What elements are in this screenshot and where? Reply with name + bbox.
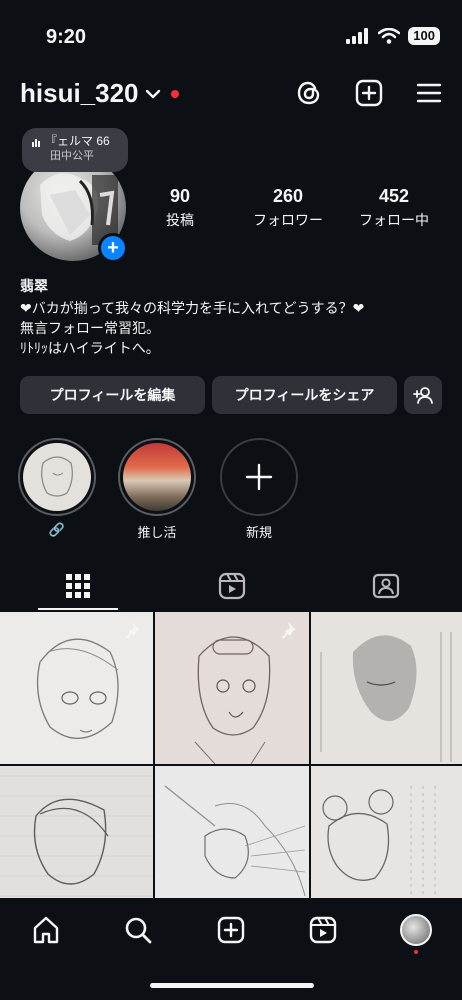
highlight-ring [18,438,96,516]
music-artist: 田中公平 [50,150,94,162]
plus-icon [245,463,273,491]
home-icon [33,916,59,944]
status-time: 9:20 [46,26,87,48]
reels-nav-tab[interactable] [305,912,341,948]
post-thumbnail[interactable] [0,766,153,918]
create-tab[interactable] [213,912,249,948]
bio-line: ﾘﾄﾘｯはハイライトへ。 [20,340,160,356]
discover-people-button[interactable] [404,376,442,414]
bio-line: 無言フォロー常習犯。 [20,320,160,336]
highlight-cover [23,443,91,511]
threads-icon[interactable] [294,78,324,108]
reels-icon [309,916,337,944]
notification-dot [170,89,179,98]
music-bars-icon [32,137,40,147]
stat-label: 投稿 [166,212,194,228]
wifi-icon [378,28,401,44]
chevron-down-icon [145,89,160,98]
add-story-button[interactable]: + [98,233,128,263]
display-name: 翡翠 [20,278,48,294]
profile-tab-avatar [400,914,432,946]
battery-indicator: 100 [408,27,440,45]
active-tab-indicator [38,608,118,610]
reels-tab[interactable] [212,570,252,602]
highlight-ring [118,438,196,516]
tagged-tab[interactable] [366,570,406,602]
home-indicator [150,983,314,988]
add-person-icon [413,387,433,404]
post-thumbnail[interactable] [0,612,153,764]
highlight-label: 🔗 [48,522,66,537]
edit-profile-button[interactable]: プロフィールを編集 [20,376,205,414]
search-icon [125,917,152,944]
highlight-new[interactable]: 新規 [220,438,298,541]
highlight-ring [220,438,298,516]
stat-value: 260 [272,186,304,206]
grid-icon [66,574,90,598]
music-title: 『ェルマ 66 [45,134,110,148]
grid-tab[interactable] [58,570,98,602]
share-profile-button[interactable]: プロフィールをシェア [212,376,397,414]
stat-value: 90 [169,186,191,206]
stat-posts[interactable]: 90 投稿 [150,186,210,230]
highlight-cover [123,443,191,511]
music-note-bubble[interactable]: 『ェルマ 66 田中公平 [22,128,128,172]
tagged-person-icon [372,573,400,599]
create-post-icon[interactable] [354,78,384,108]
bio-line: ❤バカが揃って我々の科学力を手に入れてどうする？❤ [20,300,365,316]
account-switcher[interactable]: hisui_320 [20,78,179,109]
pinned-icon [282,622,296,639]
stat-value: 452 [378,186,410,206]
highlight-oshikatsu[interactable]: 推し活 [118,438,196,541]
status-indicators: 100 [346,27,440,45]
stat-followers[interactable]: 260 フォロワー [246,186,330,230]
posts-grid [0,612,462,918]
home-tab[interactable] [28,912,64,948]
signal-icon [346,28,369,44]
highlight-links[interactable]: 🔗 [18,438,96,538]
stat-following[interactable]: 452 フォロー中 [352,186,436,230]
stat-label: フォロワー [253,212,323,228]
notification-dot [414,950,418,954]
reels-icon [218,572,246,600]
post-thumbnail[interactable] [311,612,462,764]
profile-tab[interactable] [398,912,434,956]
highlight-label: 新規 [245,525,272,540]
highlight-label: 推し活 [137,525,177,540]
create-icon [217,916,245,944]
pinned-icon [126,622,140,639]
post-thumbnail[interactable] [311,766,462,918]
post-thumbnail[interactable] [155,766,309,918]
post-thumbnail[interactable] [155,612,309,764]
stat-label: フォロー中 [359,212,429,228]
username: hisui_320 [20,78,139,108]
menu-icon[interactable] [414,78,444,108]
search-tab[interactable] [120,912,156,948]
